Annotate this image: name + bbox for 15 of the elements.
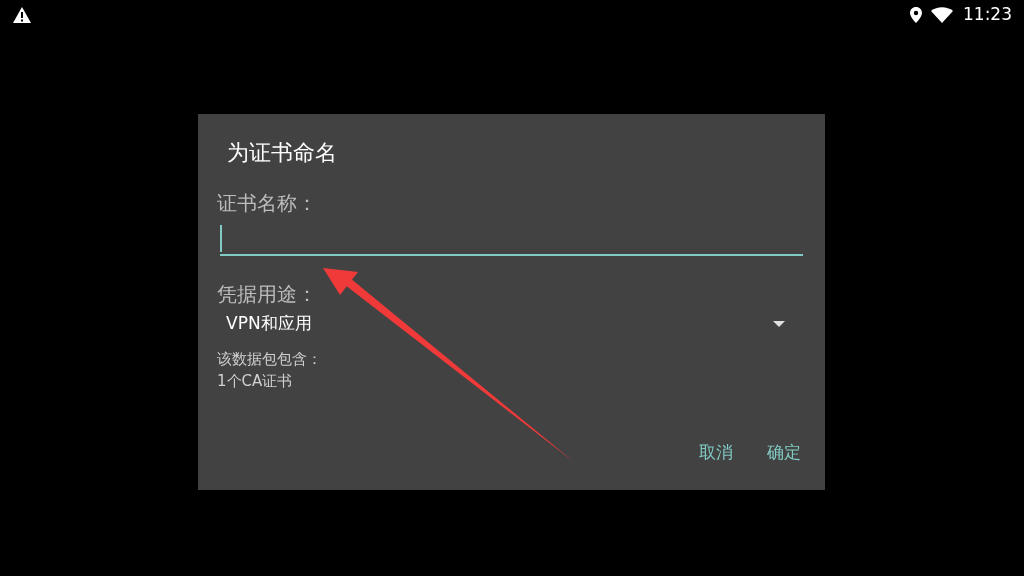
wifi-icon [931,7,953,23]
location-icon [909,6,923,24]
usage-dropdown[interactable]: VPN和应用 [217,310,803,338]
clock-time: 11:23 [963,3,1012,27]
contents-item: 1个CA证书 [217,371,294,392]
dialog-title: 为证书命名 [227,139,338,167]
warning-icon [12,6,32,24]
dialog-button[interactable]: 取消 [687,433,745,471]
dialog-button[interactable]: 确定 [755,433,813,471]
contents-label: 该数据包包含： [217,349,323,370]
dropdown-caret-icon [773,321,785,327]
usage-label: 凭据用途： [217,281,318,307]
field-label: 证书名称： [217,190,318,216]
name-input-field[interactable] [220,222,803,256]
text-cursor [220,225,222,252]
